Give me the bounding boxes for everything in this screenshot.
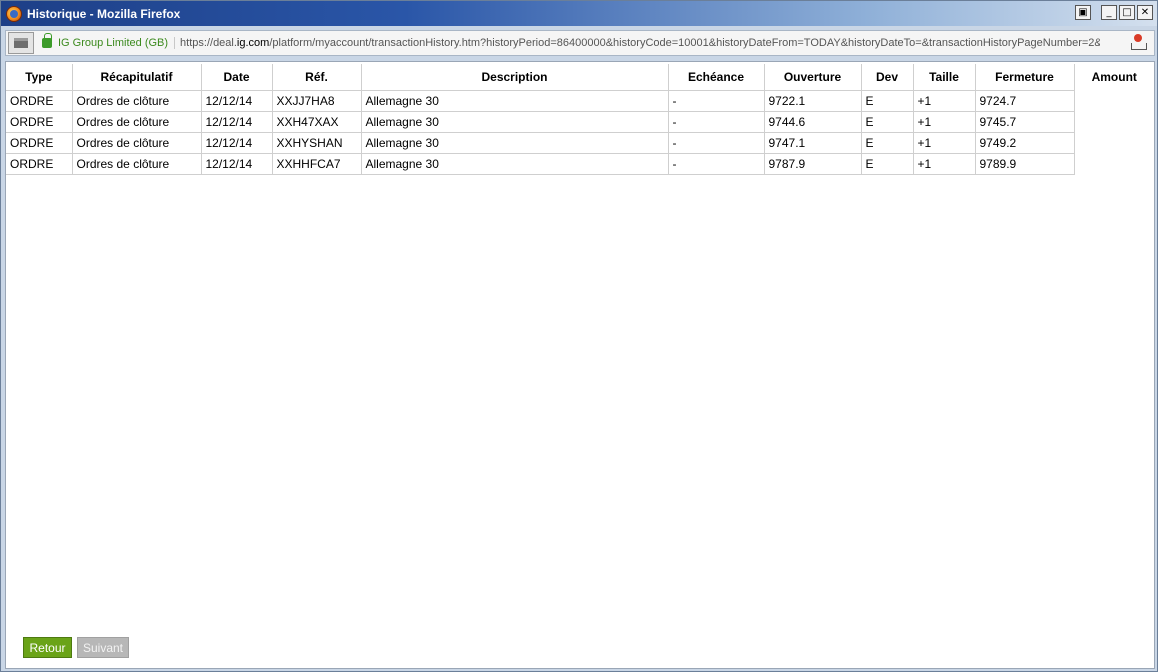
notification-icon[interactable] [1130,34,1147,52]
cell-summary: Ordres de clôture [72,132,202,154]
cell-type: ORDRE [6,111,73,133]
cell-summary: Ordres de clôture [72,90,202,112]
page-content: Type Récapitulatif Date Réf. Description… [5,61,1155,669]
cell-ref: XXJJ7HA8 [272,90,362,112]
site-identity[interactable]: IG Group Limited (GB) [58,37,176,49]
cell-currency: E [861,153,914,175]
cell-currency: E [861,132,914,154]
pagination-buttons: Retour Suivant [23,637,129,658]
address-bar[interactable]: IG Group Limited (GB) https://deal.ig.co… [5,30,1155,56]
col-header-opening: Ouverture [764,64,862,91]
cell-currency: E [861,90,914,112]
browser-window: Historique - Mozilla Firefox ▣ _ □ ✕ IG … [0,0,1158,672]
cell-expiry: - [668,132,765,154]
cell-currency: E [861,111,914,133]
cell-summary: Ordres de clôture [72,111,202,133]
next-button[interactable]: Suivant [77,637,129,658]
cell-closing: 9789.9 [975,153,1075,175]
cell-size: +1 [913,111,976,133]
cell-type: ORDRE [6,153,73,175]
col-header-ref: Réf. [272,64,362,91]
table-row: ORDRE Ordres de clôture 12/12/14 XXH47XA… [6,111,1154,133]
minimize-button[interactable]: _ [1101,5,1117,20]
cell-closing: 9749.2 [975,132,1075,154]
url-prefix: https://deal. [180,37,237,49]
col-header-expiry: Echéance [668,64,765,91]
restore-icon[interactable]: ▣ [1075,5,1091,20]
site-menu-icon[interactable] [8,32,34,54]
cell-expiry: - [668,111,765,133]
cell-amount [1074,90,1154,111]
window-title: Historique - Mozilla Firefox [27,6,181,21]
cell-amount [1074,111,1154,132]
url-text[interactable]: https://deal.ig.com/platform/myaccount/t… [180,37,1100,49]
cell-ref: XXH47XAX [272,111,362,133]
cell-ref: XXHYSHAN [272,132,362,154]
firefox-icon [6,5,22,22]
cell-description: Allemagne 30 [361,132,669,154]
url-domain: ig.com [236,37,270,49]
table-header-row: Type Récapitulatif Date Réf. Description… [6,64,1154,91]
cell-expiry: - [668,153,765,175]
cell-description: Allemagne 30 [361,111,669,133]
cell-opening: 9744.6 [764,111,862,133]
cell-type: ORDRE [6,90,73,112]
col-header-summary: Récapitulatif [72,64,202,91]
cell-summary: Ordres de clôture [72,153,202,175]
col-header-size: Taille [913,64,976,91]
table-row: ORDRE Ordres de clôture 12/12/14 XXHYSHA… [6,132,1154,154]
cell-opening: 9722.1 [764,90,862,112]
cell-opening: 9747.1 [764,132,862,154]
cell-description: Allemagne 30 [361,90,669,112]
col-header-currency: Dev [861,64,914,91]
cell-expiry: - [668,90,765,112]
close-button[interactable]: ✕ [1137,5,1153,20]
cell-date: 12/12/14 [201,153,273,175]
cell-description: Allemagne 30 [361,153,669,175]
cell-type: ORDRE [6,132,73,154]
col-header-description: Description [361,64,669,91]
transaction-table: Type Récapitulatif Date Réf. Description… [6,64,1154,175]
title-bar: Historique - Mozilla Firefox ▣ _ □ ✕ [1,1,1157,26]
cell-date: 12/12/14 [201,132,273,154]
table-row: ORDRE Ordres de clôture 12/12/14 XXHHFCA… [6,153,1154,175]
maximize-button[interactable]: □ [1119,5,1135,20]
cell-ref: XXHHFCA7 [272,153,362,175]
cell-opening: 9787.9 [764,153,862,175]
lock-icon [42,33,52,48]
url-path: /platform/myaccount/transactionHistory.h… [269,37,1101,49]
cell-closing: 9724.7 [975,90,1075,112]
table-row: ORDRE Ordres de clôture 12/12/14 XXJJ7HA… [6,90,1154,112]
cell-closing: 9745.7 [975,111,1075,133]
back-button[interactable]: Retour [23,637,72,658]
col-header-type: Type [6,64,73,91]
col-header-closing: Fermeture [975,64,1075,91]
cell-date: 12/12/14 [201,111,273,133]
cell-size: +1 [913,132,976,154]
cell-date: 12/12/14 [201,90,273,112]
cell-amount [1074,153,1154,174]
col-header-amount: Amount [1074,64,1154,90]
cell-size: +1 [913,153,976,175]
col-header-date: Date [201,64,273,91]
cell-size: +1 [913,90,976,112]
window-controls: ▣ _ □ ✕ [1075,5,1153,20]
cell-amount [1074,132,1154,153]
